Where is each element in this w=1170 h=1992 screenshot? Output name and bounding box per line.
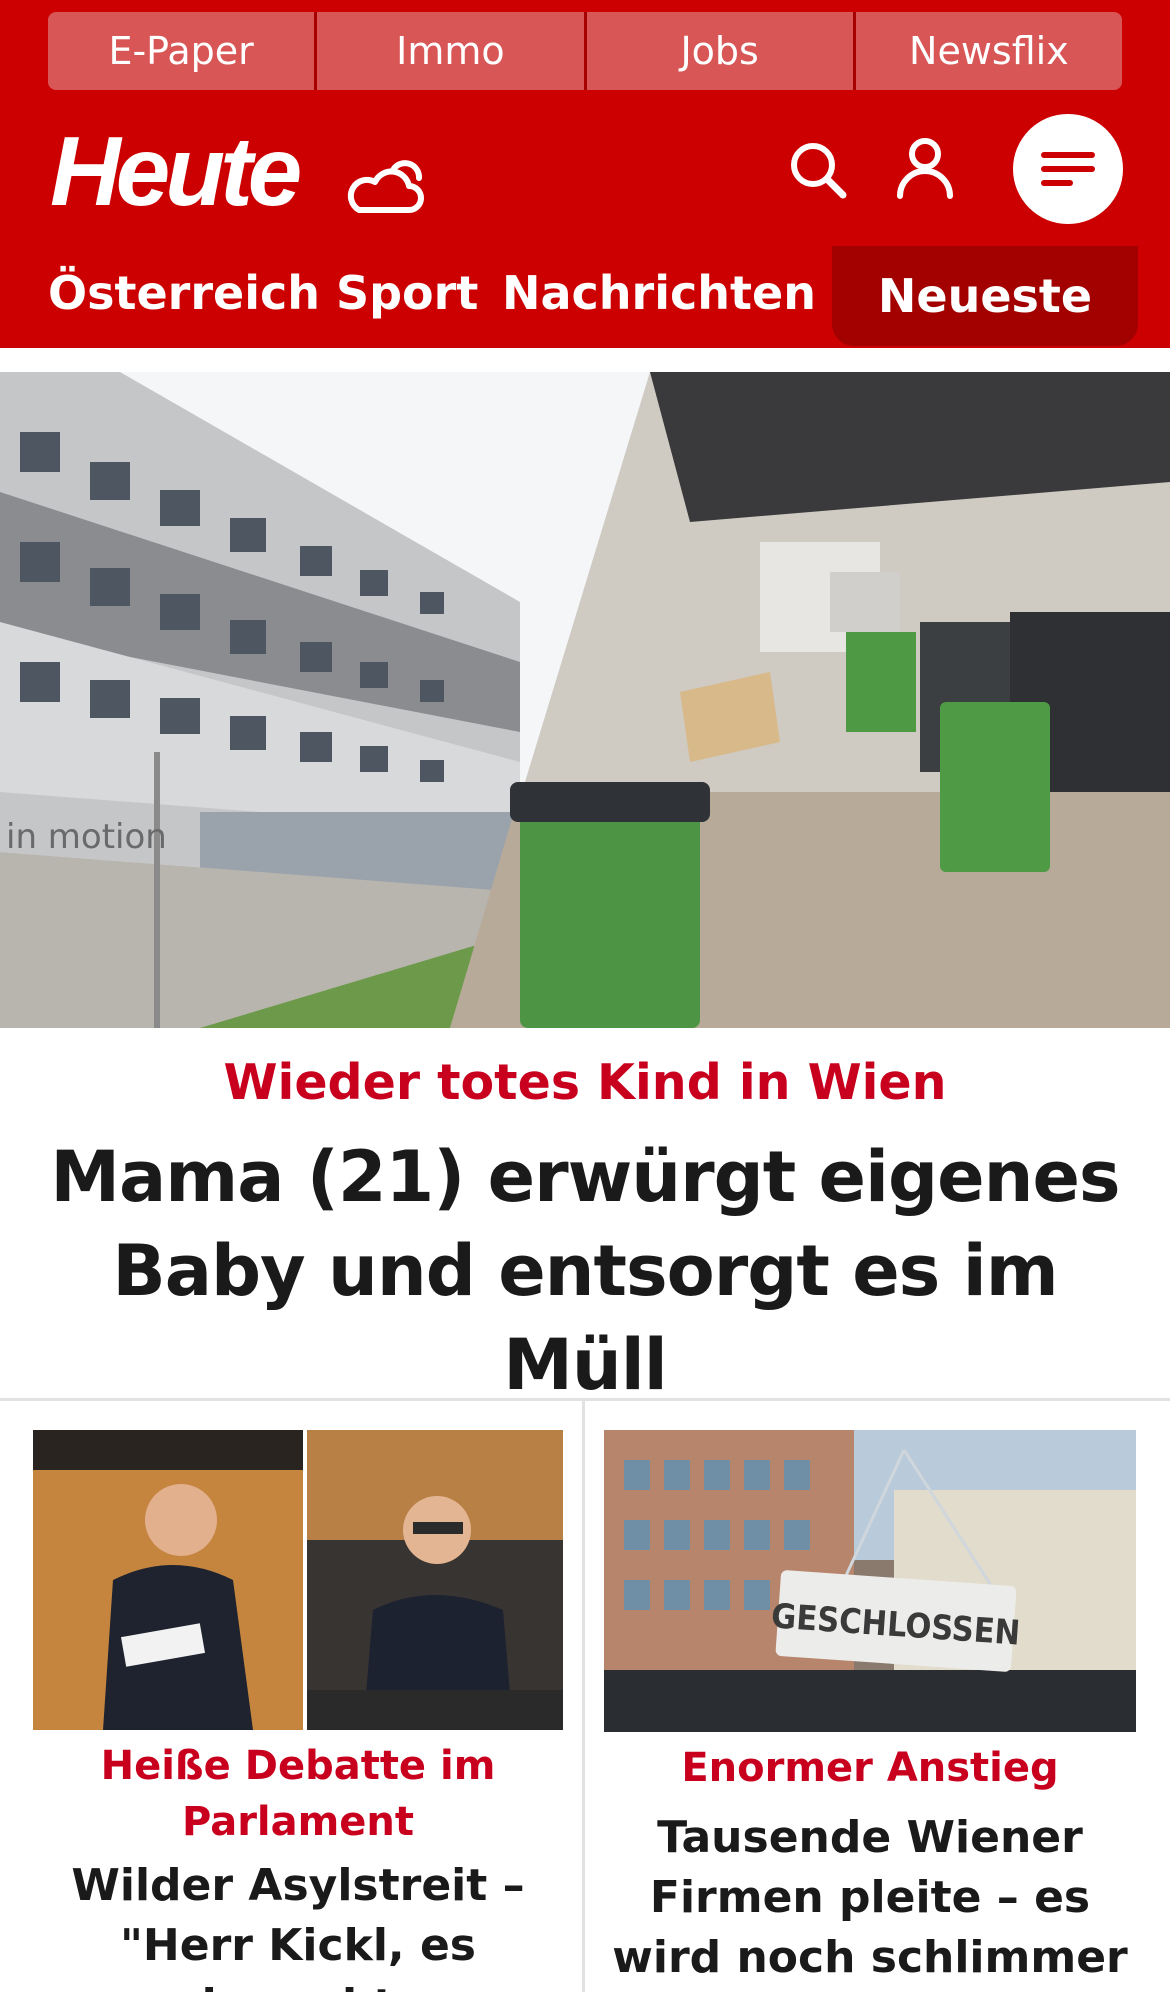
teaser-title-2: Tausende Wiener Firmen pleite – es wird …	[612, 1812, 1128, 1983]
nav-item-sport[interactable]: Sport	[336, 266, 478, 320]
hero-kicker[interactable]: Wieder totes Kind in Wien	[0, 1054, 1170, 1111]
teaser-kicker-1: Heiße Debatte im Parlament	[100, 1743, 496, 1845]
top-link-newsflix[interactable]: Newsflix	[855, 12, 1122, 90]
divider	[582, 1400, 585, 1992]
top-link-immo[interactable]: Immo	[317, 12, 584, 90]
teaser-kicker-2: Enormer Anstieg	[681, 1745, 1059, 1791]
nav-item-oesterreich[interactable]: Österreich	[48, 266, 320, 320]
search-icon[interactable]	[788, 140, 848, 200]
brand-bar: Heute	[0, 92, 1170, 246]
menu-icon-line	[1041, 152, 1095, 158]
top-link-epaper[interactable]: E-Paper	[48, 12, 315, 90]
hero-image[interactable]: in motion	[0, 372, 1170, 1028]
teaser-title-1: Wilder Asylstreit – "Herr Kickl, es brau…	[71, 1860, 525, 1992]
cloud-sun-icon[interactable]	[345, 150, 425, 218]
nav-item-neueste[interactable]: Neueste	[832, 246, 1138, 346]
menu-icon-line	[1041, 166, 1095, 172]
menu-button[interactable]	[1013, 114, 1123, 224]
heute-logo[interactable]: Heute	[50, 122, 302, 220]
divider	[0, 1398, 1170, 1401]
teaser-image-2[interactable]: GESCHLOSSEN	[604, 1430, 1136, 1732]
menu-icon-line	[1041, 180, 1073, 186]
top-links: E-Paper Immo Jobs Newsflix	[48, 12, 1122, 90]
user-icon[interactable]	[895, 136, 955, 200]
top-link-jobs[interactable]: Jobs	[586, 12, 853, 90]
main-nav: Österreich Sport Nachrichten Neueste	[0, 246, 1170, 348]
hero-title[interactable]: Mama (21) erwürgt eigenes Baby und entso…	[20, 1130, 1150, 1412]
nav-item-nachrichten[interactable]: Nachrichten	[502, 266, 816, 320]
top-bar: E-Paper Immo Jobs Newsflix	[0, 0, 1170, 92]
hero-image-text: in motion	[6, 817, 167, 857]
teaser-image-1[interactable]	[33, 1430, 563, 1730]
teaser-card-1[interactable]: Heiße Debatte im Parlament Wilder Asylst…	[33, 1430, 563, 1992]
teaser-card-2[interactable]: GESCHLOSSEN Enormer Anstieg Tausende Wie…	[604, 1430, 1136, 1992]
